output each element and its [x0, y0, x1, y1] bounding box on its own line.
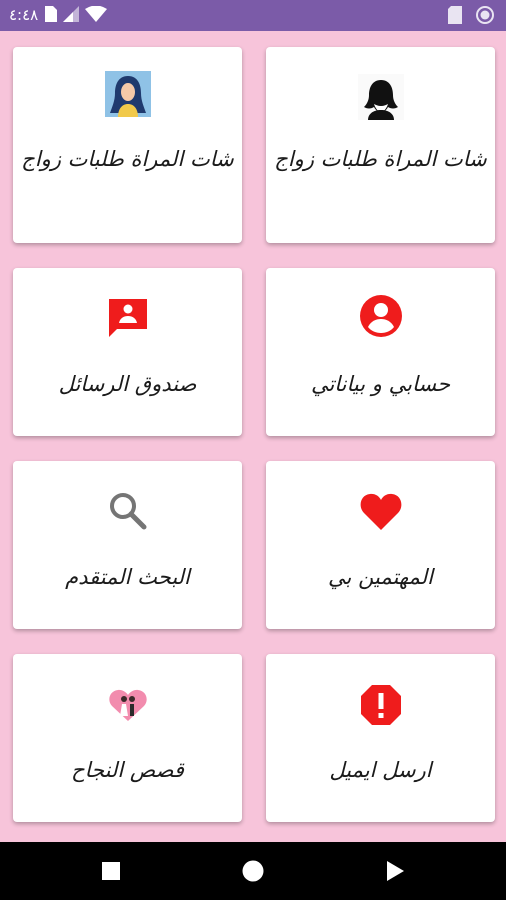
recents-button[interactable] — [96, 856, 126, 886]
card-send-email[interactable]: ارسل ايميل — [266, 654, 495, 822]
woman-avatar-icon — [104, 71, 151, 117]
woman-silhouette-icon — [357, 74, 404, 120]
card-label: قصص النجاح — [71, 758, 184, 782]
card-label: البحث المتقدم — [65, 565, 190, 589]
sd-card-icon — [448, 6, 462, 28]
card-label: ارسل ايميل — [329, 758, 432, 782]
card-label: المهتمين بي — [328, 565, 433, 589]
sync-icon — [476, 6, 494, 28]
sim-card-icon — [45, 6, 57, 26]
message-person-icon — [106, 296, 150, 340]
signal-icon — [63, 6, 79, 26]
back-button[interactable] — [380, 856, 410, 886]
card-interested-in-me[interactable]: المهتمين بي — [266, 461, 495, 629]
card-label: شات المراة طلبات زواج — [21, 147, 234, 171]
wifi-icon — [85, 5, 107, 26]
card-inbox[interactable]: صندوق الرسائل — [13, 268, 242, 436]
card-my-account[interactable]: حسابي و بياناتي — [266, 268, 495, 436]
card-label: شات المراة طلبات زواج — [274, 147, 487, 171]
alert-octagon-icon — [359, 683, 403, 727]
home-button[interactable] — [238, 856, 268, 886]
heart-icon — [359, 491, 403, 531]
card-success-stories[interactable]: قصص النجاح — [13, 654, 242, 822]
navigation-bar — [0, 842, 506, 900]
couple-heart-icon — [108, 688, 148, 722]
card-chat-women-marriage-2[interactable]: شات المراة طلبات زواج — [13, 47, 242, 243]
dashboard-grid: شات المراة طلبات زواج شات المراة طلبات ز… — [0, 31, 506, 842]
card-label: حسابي و بياناتي — [310, 372, 451, 396]
card-advanced-search[interactable]: البحث المتقدم — [13, 461, 242, 629]
account-circle-icon — [359, 294, 403, 338]
card-label: صندوق الرسائل — [58, 372, 197, 396]
search-icon — [108, 491, 148, 531]
status-time: ٤:٤٨ — [9, 6, 39, 24]
card-chat-women-marriage-1[interactable]: شات المراة طلبات زواج — [266, 47, 495, 243]
status-bar: ٤:٤٨ — [0, 0, 506, 31]
